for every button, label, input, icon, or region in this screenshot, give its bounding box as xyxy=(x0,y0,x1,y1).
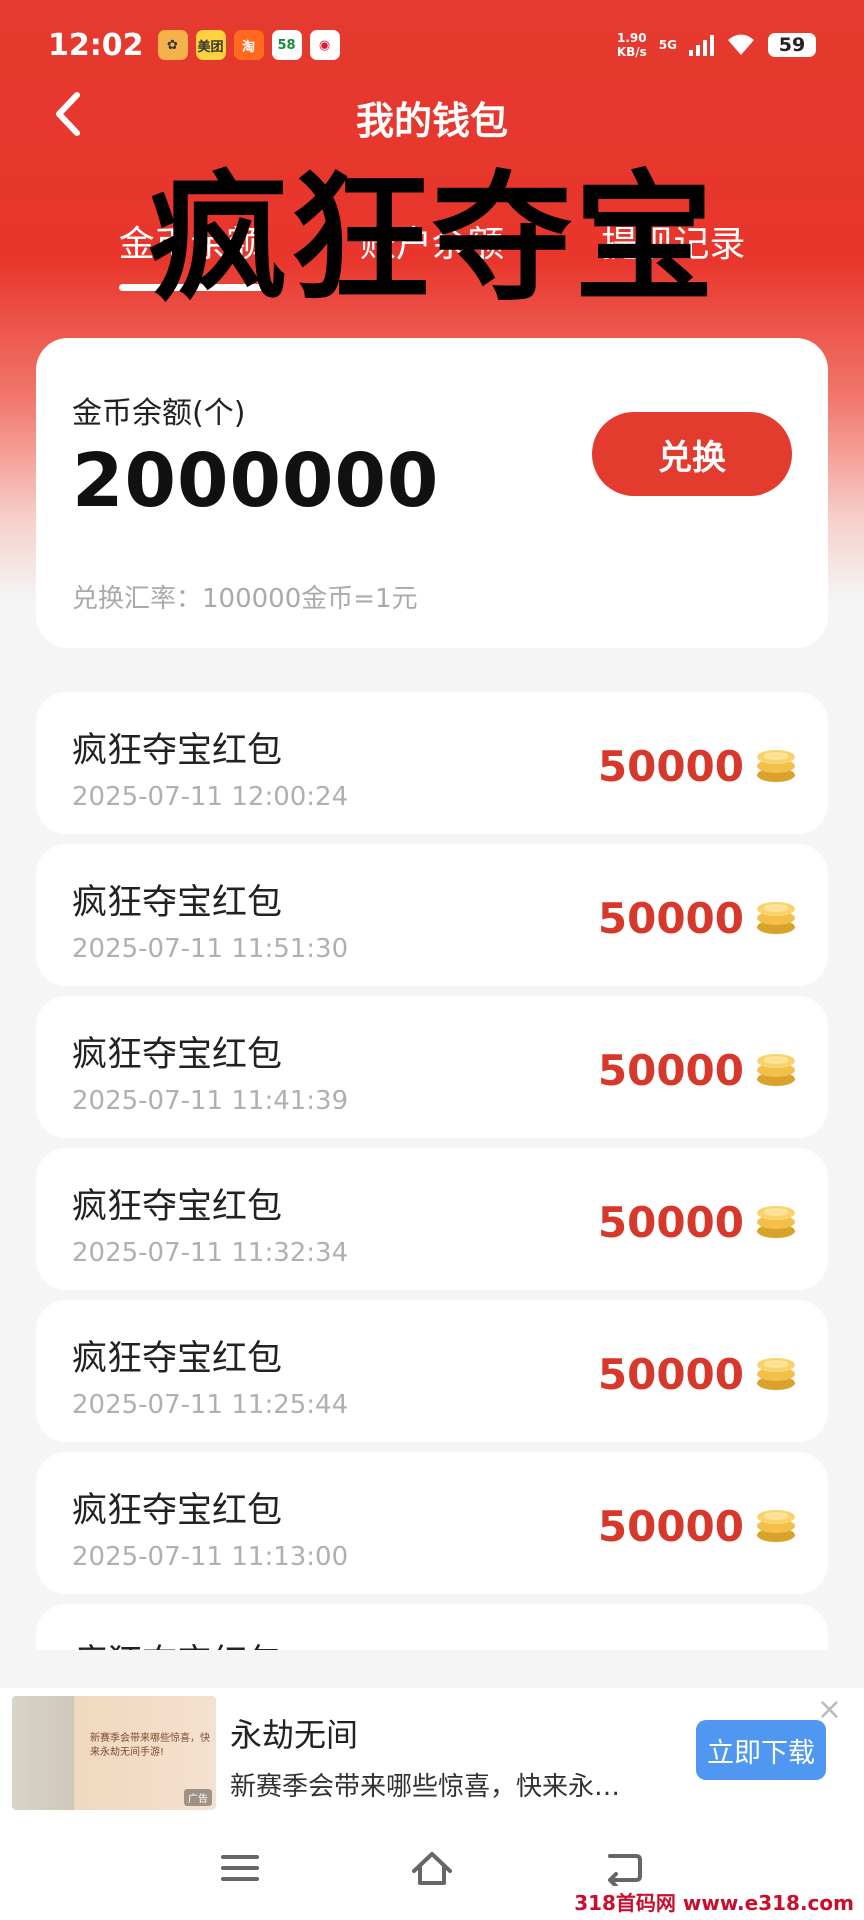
ad-banner[interactable]: 新赛季会带来哪些惊喜，快来永劫无间手游! 广告 永劫无间 新赛季会带来哪些惊喜，… xyxy=(0,1688,864,1818)
speed-unit: KB/s xyxy=(616,45,647,59)
home-icon xyxy=(412,1852,452,1885)
wifi-icon xyxy=(728,34,754,55)
back-nav-button[interactable] xyxy=(600,1844,648,1892)
balance-value: 2000000 xyxy=(72,438,440,524)
network-type: 5G xyxy=(658,38,677,52)
status-bar: 12:02 ✿ 美团 淘 58 ◉ 1.90 KB/s 5G 59 xyxy=(0,0,864,90)
close-icon[interactable]: × xyxy=(817,1692,842,1727)
record-amount: 50000 xyxy=(597,742,744,791)
coin-stack-icon xyxy=(757,1358,795,1390)
home-button[interactable] xyxy=(408,1844,456,1892)
record-list: 疯狂夺宝红包 2025-07-11 12:00:24 50000 疯狂夺宝红包 … xyxy=(36,692,828,1650)
tab-withdraw-records[interactable]: 提现记录 xyxy=(601,215,745,275)
coin-stack-icon xyxy=(757,1510,795,1542)
menu-button[interactable] xyxy=(216,1844,264,1892)
record-time: 2025-07-11 11:41:39 xyxy=(72,1086,349,1116)
ad-thumbnail[interactable]: 新赛季会带来哪些惊喜，快来永劫无间手游! 广告 xyxy=(12,1696,216,1810)
nav-bar: 我的钱包 xyxy=(0,78,864,148)
taobao-icon: 淘 xyxy=(233,30,264,60)
system-nav-bar: 318首码网 www.e318.com xyxy=(0,1818,864,1920)
record-time: 2025-07-11 11:25:44 xyxy=(72,1390,349,1420)
exchange-button[interactable]: 兑换 xyxy=(592,412,792,496)
ad-download-button[interactable]: 立即下载 xyxy=(696,1720,826,1780)
record-title: 疯狂夺宝红包 xyxy=(72,1187,283,1227)
balance-label: 金币余额(个) xyxy=(72,396,246,431)
tab-coin-balance[interactable]: 金币余额 xyxy=(118,215,263,291)
meituan-icon: 美团 xyxy=(195,30,226,60)
tab-bar: 金币余额 账户余额 提现记录 xyxy=(0,215,864,291)
weibo-icon: ◉ xyxy=(309,30,340,60)
site-watermark: 318首码网 www.e318.com xyxy=(574,1891,854,1915)
ad-thumb-text: 新赛季会带来哪些惊喜，快来永劫无间手游! xyxy=(90,1733,210,1758)
list-item: 疯狂夺宝红包 xyxy=(36,1604,828,1650)
record-amount: 50000 xyxy=(597,1502,744,1551)
record-title: 疯狂夺宝红包 xyxy=(72,1035,283,1075)
record-time: 2025-07-11 11:13:00 xyxy=(72,1542,349,1572)
record-amount: 50000 xyxy=(597,1350,744,1399)
record-title: 疯狂夺宝红包 xyxy=(72,1634,282,1650)
list-item: 疯狂夺宝红包 2025-07-11 11:25:44 50000 xyxy=(36,1300,828,1442)
battery-indicator: 59 xyxy=(768,33,816,57)
tab-account-balance[interactable]: 账户余额 xyxy=(360,215,504,275)
menu-icon xyxy=(221,1855,259,1881)
record-title: 疯狂夺宝红包 xyxy=(72,731,283,771)
app-icon: ✿ xyxy=(157,30,188,60)
ad-tag: 广告 xyxy=(184,1789,212,1806)
record-title: 疯狂夺宝红包 xyxy=(72,1491,283,1531)
page-title: 我的钱包 xyxy=(355,99,508,143)
network-speed: 1.90 KB/s xyxy=(617,31,647,59)
record-time: 2025-07-11 11:51:30 xyxy=(72,934,349,964)
record-title: 疯狂夺宝红包 xyxy=(72,883,283,923)
exchange-rate: 兑换汇率：100000金币=1元 xyxy=(72,584,418,614)
record-amount: 50000 xyxy=(597,894,744,943)
list-item: 疯狂夺宝红包 2025-07-11 11:51:30 50000 xyxy=(36,844,828,986)
list-item: 疯狂夺宝红包 2025-07-11 11:41:39 50000 xyxy=(36,996,828,1138)
balance-card: 金币余额(个) 2000000 兑换 兑换汇率：100000金币=1元 xyxy=(36,338,828,648)
record-amount: 50000 xyxy=(597,1198,744,1247)
coin-stack-icon xyxy=(757,902,795,934)
notification-icons: ✿ 美团 淘 58 ◉ xyxy=(157,30,340,60)
status-time: 12:02 xyxy=(48,27,144,63)
signal-icon xyxy=(689,34,714,56)
coin-stack-icon xyxy=(757,750,795,782)
record-time: 2025-07-11 12:00:24 xyxy=(72,782,349,812)
list-item: 疯狂夺宝红包 2025-07-11 11:13:00 50000 xyxy=(36,1452,828,1594)
coin-stack-icon xyxy=(757,1206,795,1238)
record-time: 2025-07-11 11:32:34 xyxy=(72,1238,349,1268)
record-amount: 50000 xyxy=(597,1046,744,1095)
ad-title[interactable]: 永劫无间 xyxy=(230,1710,358,1756)
return-icon xyxy=(608,1854,642,1886)
speed-value: 1.90 xyxy=(617,31,647,45)
record-title: 疯狂夺宝红包 xyxy=(72,1339,283,1379)
list-item: 疯狂夺宝红包 2025-07-11 11:32:34 50000 xyxy=(36,1148,828,1290)
list-item: 疯狂夺宝红包 2025-07-11 12:00:24 50000 xyxy=(36,692,828,834)
ad-description[interactable]: 新赛季会带来哪些惊喜，快来永… xyxy=(230,1766,660,1803)
58-icon: 58 xyxy=(271,30,302,60)
coin-stack-icon xyxy=(757,1054,795,1086)
